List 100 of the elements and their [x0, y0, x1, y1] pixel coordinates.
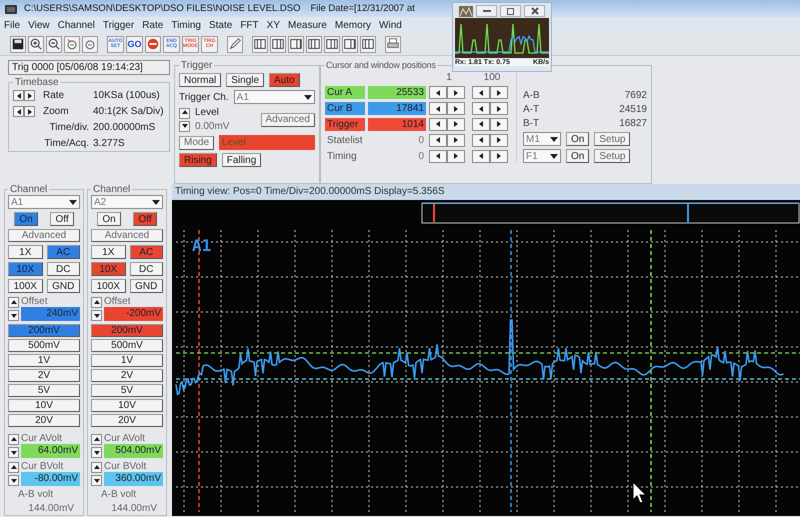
toolbar-button[interactable] — [306, 36, 322, 52]
advanced-button[interactable]: Advanced — [8, 229, 80, 242]
up-arrow-button[interactable] — [8, 434, 19, 445]
probe-button[interactable]: 1X — [8, 245, 43, 259]
power-button[interactable]: Off — [133, 212, 157, 226]
right-arrow-button[interactable] — [490, 102, 508, 116]
down-arrow-button[interactable] — [91, 310, 102, 321]
up-arrow-button[interactable] — [91, 462, 102, 473]
toolbar-button[interactable] — [46, 36, 62, 52]
menu-item[interactable]: FFT — [240, 20, 259, 30]
toolbar-button[interactable] — [252, 36, 268, 52]
dropdown[interactable]: F1 — [523, 149, 561, 163]
menu-item[interactable]: Wind — [379, 20, 402, 30]
window-button[interactable] — [500, 5, 521, 17]
down-arrow-button[interactable] — [179, 120, 190, 132]
volt-range-button[interactable]: 200mV — [8, 324, 80, 337]
advanced-button[interactable]: Advanced — [260, 112, 315, 126]
cursor-line[interactable] — [176, 352, 800, 354]
menu-item[interactable]: State — [208, 20, 232, 30]
edge-button[interactable]: Rising — [179, 153, 217, 167]
right-arrow-button[interactable] — [447, 86, 465, 100]
right-arrow-button[interactable] — [24, 106, 35, 117]
toolbar-button[interactable] — [270, 36, 286, 52]
probe-button[interactable]: 10X — [91, 262, 126, 276]
dropdown[interactable]: A2 — [91, 195, 163, 209]
volt-range-button[interactable]: 500mV — [91, 339, 163, 352]
down-arrow-button[interactable] — [8, 475, 19, 486]
up-arrow-button[interactable] — [8, 297, 19, 308]
up-arrow-button[interactable] — [179, 108, 190, 118]
cursor-line[interactable] — [176, 378, 800, 380]
right-arrow-button[interactable] — [447, 150, 465, 163]
toolbar-button[interactable] — [288, 36, 304, 52]
power-button[interactable]: On — [97, 212, 121, 226]
volt-range-button[interactable]: 10V — [8, 399, 80, 412]
up-arrow-button[interactable] — [91, 297, 102, 308]
right-arrow-button[interactable] — [447, 118, 465, 131]
down-arrow-button[interactable] — [91, 475, 102, 486]
left-arrow-button[interactable] — [13, 90, 24, 101]
volt-range-button[interactable]: 2V — [91, 369, 163, 382]
edge-button[interactable]: Falling — [222, 153, 262, 167]
cursor-line[interactable] — [650, 230, 652, 512]
window-button[interactable] — [476, 5, 497, 17]
dropdown[interactable]: A1 — [234, 90, 315, 104]
down-arrow-button[interactable] — [8, 447, 19, 458]
dropdown[interactable]: M1 — [523, 132, 561, 146]
trigger-mode-button[interactable]: Normal — [179, 73, 222, 87]
menu-item[interactable]: Rate — [142, 20, 164, 30]
left-arrow-button[interactable] — [429, 86, 447, 100]
left-arrow-button[interactable] — [472, 102, 490, 116]
coupling-button[interactable]: AC — [130, 245, 163, 259]
volt-range-button[interactable]: 500mV — [8, 339, 80, 352]
dropdown[interactable]: A1 — [8, 195, 80, 209]
right-arrow-button[interactable] — [490, 86, 508, 100]
volt-range-button[interactable]: 1V — [8, 354, 80, 367]
right-arrow-button[interactable] — [447, 102, 465, 116]
volt-range-button[interactable]: 200mV — [91, 324, 163, 337]
left-arrow-button[interactable] — [13, 106, 24, 117]
left-arrow-button[interactable] — [429, 150, 447, 163]
right-arrow-button[interactable] — [490, 134, 508, 147]
mode-button[interactable]: Mode — [179, 136, 214, 150]
on-button[interactable]: On — [566, 149, 590, 163]
probe-button[interactable]: 100X — [91, 279, 126, 293]
left-arrow-button[interactable] — [429, 118, 447, 131]
trigger-mode-button[interactable]: Auto — [269, 73, 300, 87]
menu-item[interactable]: Memory — [334, 20, 372, 30]
volt-range-button[interactable]: 5V — [8, 384, 80, 397]
coupling-button[interactable]: GND — [46, 279, 80, 293]
trigger-mode-button[interactable]: Single — [226, 73, 264, 87]
volt-range-button[interactable]: 20V — [91, 414, 163, 427]
overview-bar[interactable] — [422, 202, 800, 224]
toolbar-button[interactable] — [10, 36, 26, 52]
window-button[interactable] — [524, 5, 545, 17]
volt-range-button[interactable]: 1V — [91, 354, 163, 367]
left-arrow-button[interactable] — [472, 150, 490, 163]
advanced-button[interactable]: Advanced — [91, 229, 163, 242]
right-arrow-button[interactable] — [490, 150, 508, 163]
up-arrow-button[interactable] — [91, 434, 102, 445]
setup-button[interactable]: Setup — [594, 132, 630, 146]
power-button[interactable]: Off — [50, 212, 74, 226]
menu-item[interactable]: Timing — [171, 20, 201, 30]
down-arrow-button[interactable] — [91, 447, 102, 458]
probe-button[interactable]: 100X — [8, 279, 43, 293]
volt-range-button[interactable]: 2V — [8, 369, 80, 382]
coupling-button[interactable]: DC — [46, 262, 80, 276]
right-arrow-button[interactable] — [24, 90, 35, 101]
down-arrow-button[interactable] — [8, 310, 19, 321]
menu-item[interactable]: Trigger — [102, 20, 134, 30]
left-arrow-button[interactable] — [472, 86, 490, 100]
volt-range-button[interactable]: 5V — [91, 384, 163, 397]
menu-item[interactable]: View — [28, 20, 50, 30]
toolbar-button[interactable] — [360, 36, 376, 52]
probe-button[interactable]: 1X — [91, 245, 126, 259]
left-arrow-button[interactable] — [472, 134, 490, 147]
menu-item[interactable]: Measure — [288, 20, 327, 30]
coupling-button[interactable]: AC — [46, 245, 80, 259]
toolbar-button[interactable] — [324, 36, 340, 52]
volt-range-button[interactable]: 10V — [91, 399, 163, 412]
right-arrow-button[interactable] — [490, 118, 508, 131]
right-arrow-button[interactable] — [447, 134, 465, 147]
volt-range-button[interactable]: 20V — [8, 414, 80, 427]
